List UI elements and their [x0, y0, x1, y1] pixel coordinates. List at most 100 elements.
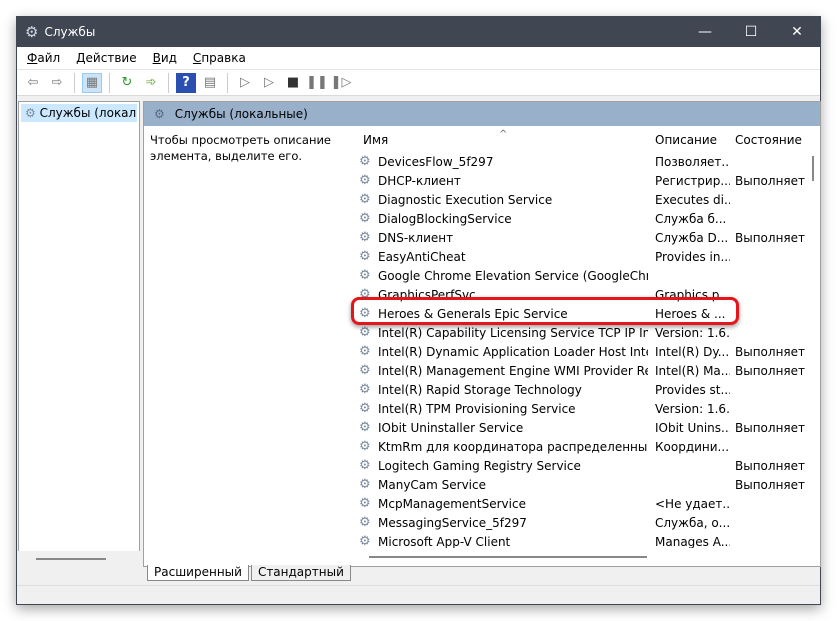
- table-row[interactable]: ⚙ Logitech Gaming Registry Service Выполня…: [351, 456, 806, 475]
- service-description: Служба D...: [655, 230, 729, 245]
- table-row[interactable]: ⚙ Intel(R) TPM Provisioning Service Versio…: [351, 399, 806, 418]
- service-description: Executes di...: [655, 192, 730, 207]
- help-icon[interactable]: ?: [176, 72, 196, 93]
- table-row[interactable]: ⚙ Microsoft App-V Client Manages A...: [351, 532, 806, 548]
- maximize-button[interactable]: ☐: [728, 17, 774, 47]
- menu-file[interactable]: Файл: [27, 51, 60, 65]
- service-description: Регистрир...: [655, 173, 730, 188]
- service-name: EasyAntiCheat: [378, 249, 466, 264]
- gear-icon: ⚙: [359, 249, 371, 264]
- service-status: Выполняется: [735, 477, 805, 492]
- gear-icon: ⚙: [359, 211, 371, 226]
- gear-icon: ⚙: [359, 496, 371, 511]
- service-status: Выполняется: [735, 173, 805, 188]
- service-status: Выполняется: [735, 363, 805, 378]
- table-row[interactable]: ⚙ DialogBlockingService Служба б...: [351, 209, 806, 228]
- gear-icon: ⚙: [359, 458, 371, 473]
- services-pane: ⚙ Службы (локальные) Чтобы просмотреть оп…: [143, 101, 821, 567]
- gear-icon: ⚙: [359, 439, 371, 454]
- start-icon[interactable]: ▷: [235, 73, 255, 93]
- table-row[interactable]: ⚙ KtmRm для координатора распределенных т…: [351, 437, 806, 456]
- service-name: Microsoft App-V Client: [378, 534, 511, 549]
- service-name: MessagingService_5f297: [378, 515, 527, 530]
- close-button[interactable]: ✕: [774, 17, 820, 47]
- gear-icon: ⚙: [154, 107, 165, 121]
- properties-icon[interactable]: ▤: [200, 73, 220, 93]
- horizontal-scrollbar[interactable]: [351, 548, 806, 565]
- minimize-button[interactable]: —: [682, 17, 728, 47]
- service-name: Logitech Gaming Registry Service: [378, 458, 581, 473]
- service-name: Intel(R) Dynamic Application Loader Host…: [378, 344, 648, 359]
- resume-icon[interactable]: ❚▷: [331, 73, 352, 93]
- service-description: Служба, о...: [655, 515, 730, 530]
- tree-item-services-local[interactable]: ⚙ Службы (локальные): [21, 104, 137, 122]
- table-row[interactable]: ⚙ MessagingService_5f297 Служба, о...: [351, 513, 806, 532]
- forward-icon[interactable]: ⇨: [47, 73, 67, 93]
- table-row[interactable]: ⚙ Intel(R) Management Engine WMI Provider…: [351, 361, 806, 380]
- column-description[interactable]: Описание: [655, 133, 717, 147]
- table-row[interactable]: ⚙ DHCP-клиент Регистрир... Выполняется: [351, 171, 806, 190]
- service-description: Provides st...: [655, 382, 730, 397]
- table-row[interactable]: ⚙ Google Chrome Elevation Service (Google…: [351, 266, 806, 285]
- show-hide-tree-icon[interactable]: ▦: [82, 72, 102, 93]
- menu-help[interactable]: Справка: [193, 51, 246, 65]
- service-name: ManyCam Service: [378, 477, 486, 492]
- status-bar: [17, 585, 820, 605]
- table-row[interactable]: ⚙ Diagnostic Execution Service Executes di…: [351, 190, 806, 209]
- gear-icon: ⚙: [359, 192, 371, 207]
- services-list: Имя ^ Описание Состояние ⚙ DevicesFlow_5f…: [351, 126, 806, 548]
- service-description: Version: 1.6...: [655, 401, 730, 416]
- toolbar: ⇦ ⇨ ▦ ↻ ➾ ? ▤ ▷ ▷ ■ ❚❚ ❚▷: [17, 69, 820, 96]
- service-name: Intel(R) Management Engine WMI Provider …: [378, 363, 648, 378]
- gear-icon: ⚙: [359, 515, 371, 530]
- service-description: Manages A...: [655, 534, 730, 549]
- table-row[interactable]: ⚙ ManyCam Service Выполняется: [351, 475, 806, 494]
- service-name: Intel(R) TPM Provisioning Service: [378, 401, 576, 416]
- table-row[interactable]: ⚙ Intel(R) Capability Licensing Service T…: [351, 323, 806, 342]
- service-description: Provides in...: [655, 249, 730, 264]
- table-row[interactable]: ⚙ EasyAntiCheat Provides in...: [351, 247, 806, 266]
- table-row[interactable]: ⚙ DNS-клиент Служба D... Выполняется: [351, 228, 806, 247]
- service-name: IObit Uninstaller Service: [378, 420, 524, 435]
- service-name: Intel(R) Rapid Storage Technology: [378, 382, 582, 397]
- service-name: DNS-клиент: [378, 230, 454, 245]
- refresh-icon[interactable]: ↻: [117, 73, 137, 93]
- service-name: KtmRm для координатора распределенных тр…: [378, 439, 648, 454]
- table-row[interactable]: ⚙ DevicesFlow_5f297 Позволяет...: [351, 152, 806, 171]
- service-name: DevicesFlow_5f297: [378, 154, 494, 169]
- tab-extended[interactable]: Расширенный: [147, 565, 249, 581]
- service-description: Служба б...: [655, 211, 727, 226]
- menu-action[interactable]: Действие: [76, 51, 136, 65]
- tree-pane: ⚙ Службы (локальные): [18, 101, 140, 567]
- service-name: DialogBlockingService: [378, 211, 512, 226]
- service-status: Выполняется: [735, 420, 805, 435]
- export-icon[interactable]: ➾: [141, 73, 161, 93]
- service-description: Intel(R) Ma...: [655, 363, 730, 378]
- service-name: DHCP-клиент: [378, 173, 461, 188]
- stop-icon[interactable]: ■: [283, 73, 303, 93]
- tree-horizontal-scrollbar[interactable]: [18, 551, 140, 567]
- column-status[interactable]: Состояние: [735, 133, 802, 147]
- title-bar: ⚙ Службы — ☐ ✕: [17, 17, 820, 47]
- pane-header: ⚙ Службы (локальные): [144, 102, 820, 126]
- toolbar-separator: [168, 72, 169, 93]
- service-description: Координи...: [655, 439, 730, 454]
- column-name[interactable]: Имя: [363, 133, 388, 147]
- menu-bar: Файл Действие Вид Справка: [17, 47, 820, 69]
- start-alt-icon[interactable]: ▷: [259, 73, 279, 93]
- back-icon[interactable]: ⇦: [23, 73, 43, 93]
- vertical-scrollbar[interactable]: [806, 126, 820, 548]
- gear-icon: ⚙: [359, 420, 371, 435]
- pause-icon[interactable]: ❚❚: [306, 73, 328, 93]
- table-row[interactable]: ⚙ Intel(R) Dynamic Application Loader Hos…: [351, 342, 806, 361]
- sort-ascending-icon: ^: [499, 129, 508, 140]
- column-headers: Имя ^ Описание Состояние: [351, 126, 806, 152]
- table-row[interactable]: ⚙ IObit Uninstaller Service IObit Unins...…: [351, 418, 806, 437]
- gear-icon: ⚙: [359, 154, 371, 169]
- menu-view[interactable]: Вид: [153, 51, 177, 65]
- toolbar-separator: [109, 72, 110, 93]
- table-row[interactable]: ⚙ Intel(R) Rapid Storage Technology Provid…: [351, 380, 806, 399]
- pane-header-title: Службы (локальные): [174, 107, 308, 121]
- tab-standard[interactable]: Стандартный: [250, 565, 351, 581]
- table-row[interactable]: ⚙ McpManagementService <Не удает...: [351, 494, 806, 513]
